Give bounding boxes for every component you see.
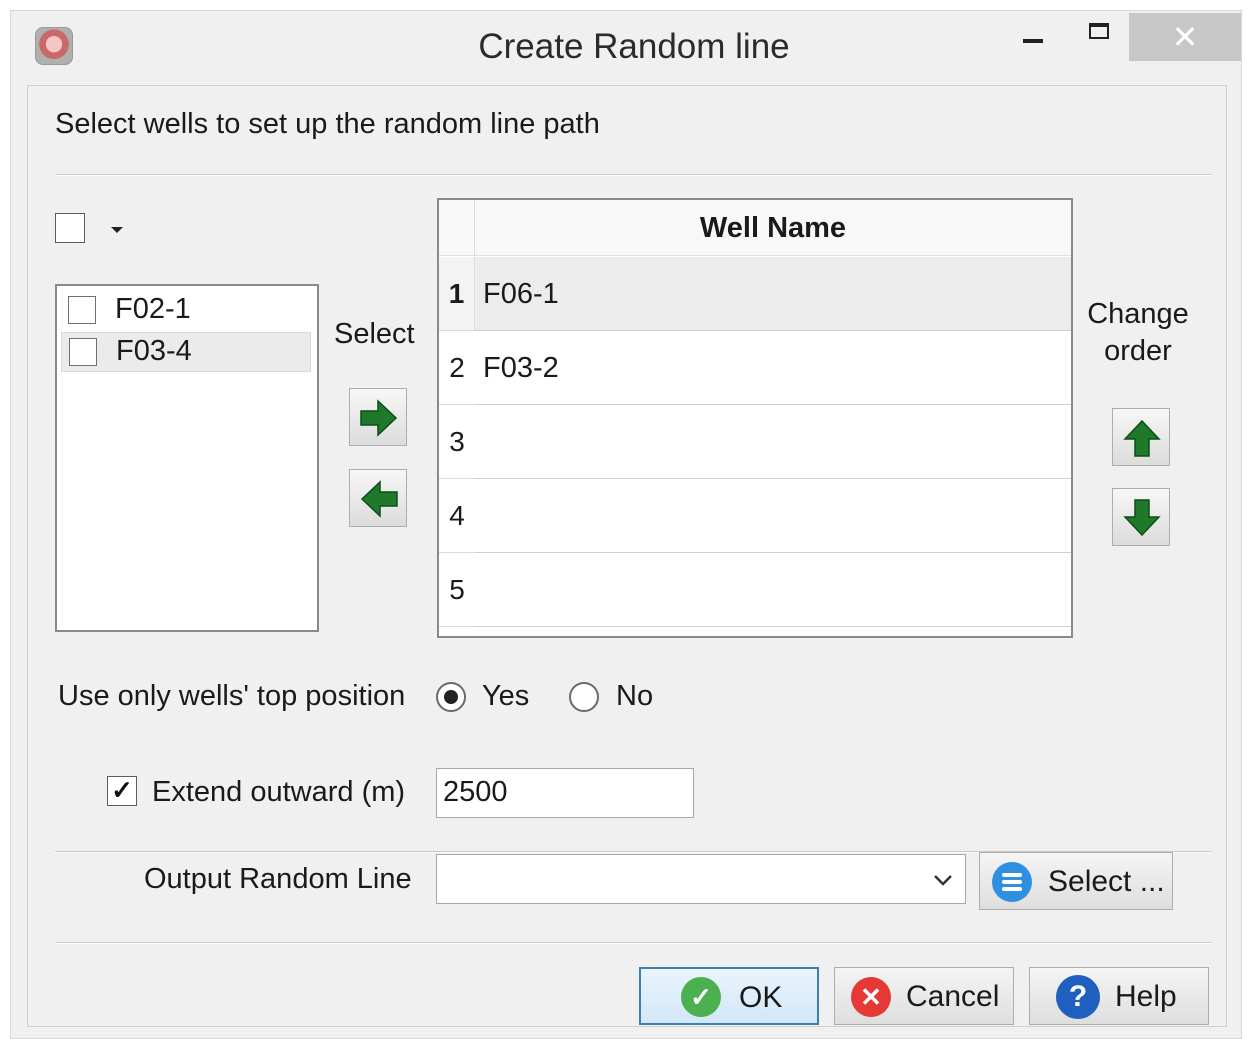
cancel-label: Cancel — [906, 980, 1000, 1013]
extend-checkbox[interactable]: ✓ — [107, 776, 137, 806]
top-position-label: Use only wells' top position — [58, 680, 406, 712]
ok-button[interactable]: ✓ OK — [639, 967, 819, 1025]
output-label: Output Random Line — [144, 863, 412, 895]
select-button-label: Select ... — [1048, 865, 1165, 898]
cancel-icon: ✕ — [851, 977, 891, 1017]
arrow-left-icon — [360, 480, 398, 518]
extend-label: Extend outward (m) — [152, 776, 406, 808]
help-button[interactable]: ? Help — [1029, 967, 1209, 1025]
maximize-button[interactable] — [1077, 11, 1122, 61]
arrow-right-icon — [360, 399, 398, 437]
extend-input[interactable]: 2500 — [436, 768, 694, 818]
create-random-line-dialog: Create Random line ✕ Select wells to set… — [10, 10, 1242, 1039]
instruction-text: Select wells to set up the random line p… — [55, 108, 600, 140]
well-name: F02-1 — [115, 293, 191, 325]
chevron-down-icon — [934, 875, 952, 886]
table-header: Well Name — [439, 200, 1071, 256]
well-cell[interactable]: F03-2 — [475, 331, 1071, 405]
well-checkbox[interactable] — [68, 296, 96, 324]
change-order-line-1: Change — [1087, 298, 1189, 330]
row-number: 2 — [439, 331, 475, 405]
move-down-button[interactable] — [1112, 488, 1170, 546]
yes-label[interactable]: Yes — [482, 680, 529, 713]
arrow-up-icon — [1123, 419, 1161, 457]
list-icon — [992, 862, 1032, 902]
move-up-button[interactable] — [1112, 408, 1170, 466]
selected-wells-table[interactable]: Well Name 1 F06-1 2 F03-2 3 4 5 — [437, 198, 1073, 638]
window-title: Create Random line — [478, 27, 790, 66]
select-all-checkbox[interactable] — [55, 213, 85, 243]
no-radio[interactable] — [569, 682, 599, 712]
ok-label: OK — [739, 981, 783, 1014]
corner-header — [439, 200, 475, 256]
change-order-line-2: order — [1104, 335, 1172, 367]
row-number: 1 — [439, 257, 475, 331]
well-name-column-header[interactable]: Well Name — [475, 200, 1071, 256]
close-icon: ✕ — [1171, 19, 1199, 55]
maximize-icon — [1089, 23, 1109, 39]
minimize-button[interactable] — [1011, 11, 1056, 61]
well-cell[interactable]: F06-1 — [475, 257, 1071, 331]
checkmark-icon: ✓ — [111, 775, 133, 805]
arrow-down-icon — [1123, 499, 1161, 537]
dialog-body: Select wells to set up the random line p… — [27, 85, 1227, 1027]
available-wells-list[interactable]: F02-1 F03-4 — [55, 284, 319, 632]
output-random-line-select[interactable] — [436, 854, 966, 904]
row-number: 3 — [439, 405, 475, 479]
select-label: Select — [334, 318, 415, 350]
help-label: Help — [1115, 980, 1177, 1013]
well-cell[interactable] — [475, 405, 1071, 479]
list-item[interactable]: F02-1 — [61, 290, 311, 330]
yes-radio[interactable] — [436, 682, 466, 712]
output-select-button[interactable]: Select ... — [979, 852, 1173, 910]
title-bar[interactable]: Create Random line ✕ — [11, 11, 1241, 83]
radio-dot — [444, 690, 458, 704]
checkmark-circle-icon: ✓ — [681, 977, 721, 1017]
change-order-label: Change order — [1083, 298, 1193, 368]
close-button[interactable]: ✕ — [1129, 13, 1241, 61]
well-cell[interactable] — [475, 553, 1071, 627]
well-name: F03-4 — [116, 335, 192, 367]
well-checkbox[interactable] — [69, 338, 97, 366]
top-separator — [55, 174, 1211, 176]
row-number: 5 — [439, 553, 475, 627]
select-all-dropdown-icon[interactable] — [111, 227, 123, 233]
list-item[interactable]: F03-4 — [61, 332, 311, 372]
add-well-button[interactable] — [349, 388, 407, 446]
help-icon: ? — [1056, 975, 1100, 1019]
well-cell[interactable] — [475, 479, 1071, 553]
cancel-button[interactable]: ✕ Cancel — [834, 967, 1014, 1025]
row-number: 4 — [439, 479, 475, 553]
bottom-separator — [55, 942, 1211, 944]
minimize-icon — [1023, 39, 1043, 43]
remove-well-button[interactable] — [349, 469, 407, 527]
no-label[interactable]: No — [616, 680, 653, 713]
